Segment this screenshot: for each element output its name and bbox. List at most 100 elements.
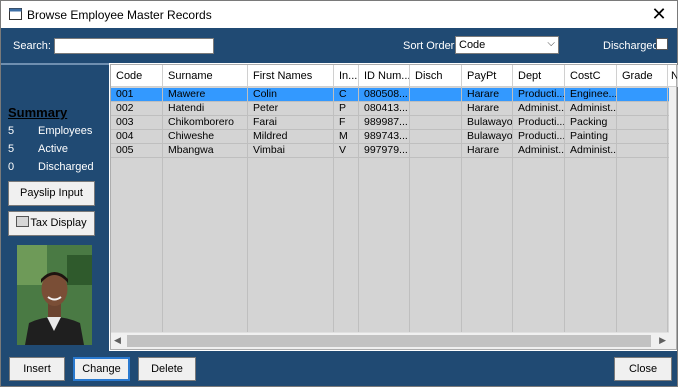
cell-first-names: Vimbai — [248, 144, 334, 157]
cell-surname: Mawere — [163, 88, 248, 101]
column-header-disch[interactable]: Disch — [410, 65, 462, 87]
cell-initials: M — [334, 130, 359, 143]
title-bar: Browse Employee Master Records ✕ — [1, 1, 677, 28]
cell-code: 004 — [111, 130, 163, 143]
cell-id-number: 989987... — [359, 116, 410, 129]
table-row[interactable]: 003 Chikomborero Farai F 989987... Bulaw… — [111, 116, 669, 129]
column-header-surname[interactable]: Surname — [163, 65, 248, 87]
summary-label: Active — [38, 143, 68, 155]
column-header-paypt[interactable]: PayPt — [462, 65, 513, 87]
row-divider — [111, 157, 669, 158]
summary-count: 0 — [8, 161, 15, 173]
cell-surname: Hatendi — [163, 102, 248, 115]
action-bar: Insert Change Delete Close — [1, 351, 677, 386]
summary-count: 5 — [8, 125, 15, 137]
discharged-checkbox[interactable] — [656, 38, 668, 50]
cell-initials: P — [334, 102, 359, 115]
cell-paypt: Harare — [462, 144, 513, 157]
scroll-left-icon[interactable]: ◀ — [114, 335, 121, 346]
search-input[interactable] — [54, 38, 214, 54]
cell-initials: V — [334, 144, 359, 157]
scroll-right-icon[interactable]: ▶ — [659, 335, 666, 346]
insert-button[interactable]: Insert — [9, 357, 65, 381]
table-row[interactable]: 001 Mawere Colin C 080508... Harare Prod… — [111, 88, 669, 101]
column-header-dept[interactable]: Dept — [513, 65, 565, 87]
cell-dept: Administ... — [513, 144, 565, 157]
sort-order-label: Sort Order — [403, 40, 455, 52]
summary-label: Employees — [38, 125, 93, 137]
scrollbar-thumb[interactable] — [127, 335, 651, 347]
column-header-initials[interactable]: In... — [334, 65, 359, 87]
employee-photo — [17, 245, 92, 345]
close-button[interactable]: Close — [614, 357, 672, 381]
delete-button[interactable]: Delete — [138, 357, 196, 381]
cell-disch — [410, 116, 462, 129]
payslip-input-label: Payslip Input — [20, 187, 83, 199]
cell-surname: Mbangwa — [163, 144, 248, 157]
printer-icon — [16, 216, 30, 227]
cell-code: 002 — [111, 102, 163, 115]
table-row[interactable]: 005 Mbangwa Vimbai V 997979... Harare Ad… — [111, 144, 669, 157]
cell-disch — [410, 130, 462, 143]
cell-disch — [410, 102, 462, 115]
cell-code: 001 — [111, 88, 163, 101]
tax-display-label: Tax Display — [30, 217, 87, 229]
cell-costc: Enginee... — [565, 88, 617, 101]
cell-surname: Chikomborero — [163, 116, 248, 129]
column-header-id-number[interactable]: ID Num... — [359, 65, 410, 87]
discharged-label: Discharged — [603, 40, 659, 52]
change-button[interactable]: Change — [73, 357, 130, 381]
cell-surname: Chiweshe — [163, 130, 248, 143]
app-window-icon — [9, 8, 22, 20]
summary-label: Discharged — [38, 161, 94, 173]
cell-first-names: Mildred — [248, 130, 334, 143]
cell-paypt: Bulawayo — [462, 116, 513, 129]
cell-dept: Administ... — [513, 102, 565, 115]
cell-grade — [617, 88, 668, 101]
window-close-icon[interactable]: ✕ — [643, 1, 675, 28]
summary-employees: 5 Employees — [8, 125, 92, 137]
insert-button-label: Insert — [23, 363, 51, 375]
cell-dept: Producti... — [513, 130, 565, 143]
sort-order-select[interactable]: Code ⌵ — [455, 36, 559, 54]
summary-discharged: 0 Discharged — [8, 161, 94, 173]
horizontal-scrollbar[interactable]: ◀ ▶ — [111, 332, 669, 349]
cell-id-number: 080413... — [359, 102, 410, 115]
cell-paypt: Bulawayo — [462, 130, 513, 143]
cell-first-names: Farai — [248, 116, 334, 129]
cell-dept: Producti... — [513, 88, 565, 101]
change-button-label: Change — [82, 363, 121, 375]
payslip-input-button[interactable]: Payslip Input — [8, 181, 95, 206]
window-title: Browse Employee Master Records — [27, 8, 212, 22]
cell-paypt: Harare — [462, 102, 513, 115]
summary-count: 5 — [8, 143, 15, 155]
cell-initials: C — [334, 88, 359, 101]
sort-order-value: Code — [459, 39, 486, 51]
grid-header: Code Surname First Names In... ID Num...… — [111, 65, 678, 87]
table-row[interactable]: 002 Hatendi Peter P 080413... Harare Adm… — [111, 102, 669, 115]
cell-costc: Painting — [565, 130, 617, 143]
cell-id-number: 989743... — [359, 130, 410, 143]
summary-panel: Summary 5 Employees 5 Active 0 Discharged P… — [1, 63, 109, 351]
cell-costc: Administ... — [565, 144, 617, 157]
cell-grade — [617, 116, 668, 129]
cell-disch — [410, 88, 462, 101]
cell-id-number: 997979... — [359, 144, 410, 157]
search-label: Search: — [13, 40, 51, 52]
cell-id-number: 080508... — [359, 88, 410, 101]
column-header-costc[interactable]: CostC — [565, 65, 617, 87]
column-header-code[interactable]: Code — [111, 65, 163, 87]
grid-body: 001 Mawere Colin C 080508... Harare Prod… — [111, 87, 669, 332]
column-header-first-names[interactable]: First Names — [248, 65, 334, 87]
search-toolbar: Search: Sort Order Code ⌵ Discharged — [1, 28, 677, 63]
cell-grade — [617, 144, 668, 157]
column-header-grade[interactable]: Grade — [617, 65, 668, 87]
cell-costc: Packing — [565, 116, 617, 129]
employee-grid[interactable]: Code Surname First Names In... ID Num...… — [110, 64, 678, 350]
chevron-down-icon: ⌵ — [547, 38, 555, 49]
cell-paypt: Harare — [462, 88, 513, 101]
tax-display-button[interactable]: Tax Display — [8, 211, 95, 236]
column-header-n[interactable]: N — [668, 65, 678, 87]
table-row[interactable]: 004 Chiweshe Mildred M 989743... Bulaway… — [111, 130, 669, 143]
vertical-scrollbar[interactable] — [669, 87, 676, 349]
